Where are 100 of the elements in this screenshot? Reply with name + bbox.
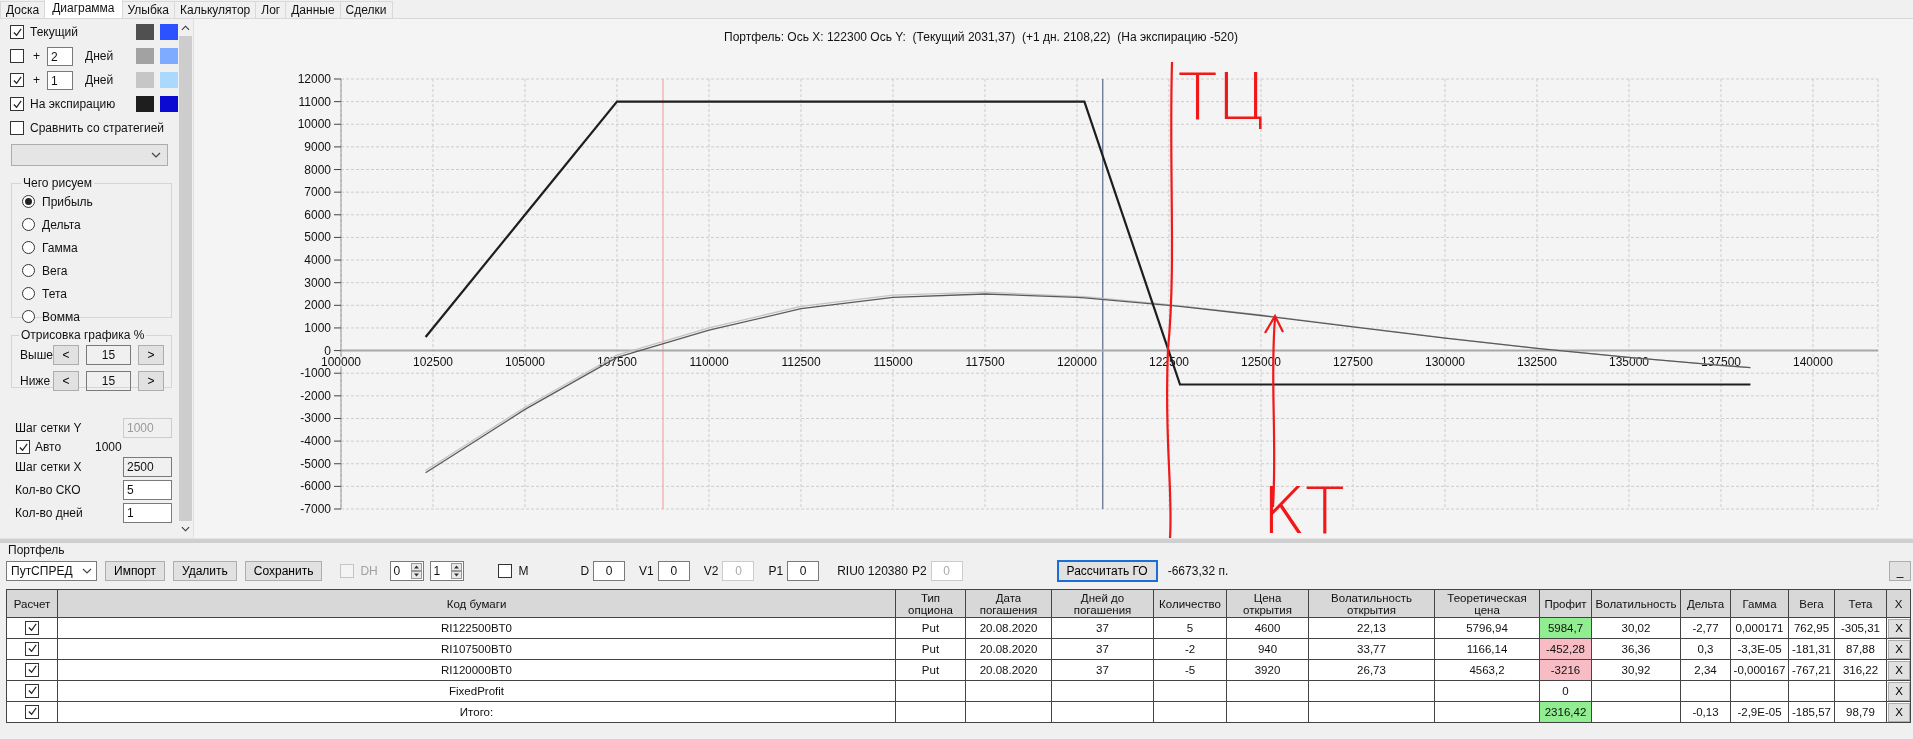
- color-swatch[interactable]: [160, 72, 178, 88]
- field-label: Кол-во дней: [15, 505, 83, 520]
- checkbox[interactable]: [10, 25, 24, 39]
- column-header[interactable]: Волатильность открытия: [1308, 589, 1435, 618]
- column-header[interactable]: Цена открытия: [1226, 589, 1309, 618]
- radio-button[interactable]: [22, 287, 35, 300]
- column-header[interactable]: Дельта: [1680, 589, 1731, 618]
- setting-field[interactable]: 2500: [123, 456, 172, 477]
- column-header[interactable]: Тета: [1834, 589, 1887, 618]
- number-spinner[interactable]: 0: [390, 561, 425, 581]
- value-field[interactable]: 0: [593, 561, 626, 581]
- tick-label: 5000: [304, 230, 331, 245]
- checkbox[interactable]: [10, 73, 24, 87]
- checkbox[interactable]: [25, 683, 39, 698]
- checkbox[interactable]: [25, 704, 39, 719]
- radio-label: Гамма: [42, 240, 78, 255]
- spin-arrows-icon[interactable]: [411, 563, 423, 579]
- radio-button[interactable]: [22, 264, 35, 277]
- color-swatch[interactable]: [160, 48, 178, 64]
- radio-button[interactable]: [22, 241, 35, 254]
- tick-label: -7000: [300, 502, 331, 516]
- checkbox[interactable]: [10, 97, 24, 111]
- table-cell: 87,88: [1834, 638, 1887, 660]
- scroll-down-icon[interactable]: [180, 526, 190, 532]
- table-cell: 316,22: [1834, 659, 1887, 681]
- increase-button[interactable]: >: [138, 345, 164, 365]
- strategy-dropdown[interactable]: ПутСПРЕД: [6, 561, 97, 581]
- column-header[interactable]: Теоретическая цена: [1434, 589, 1540, 618]
- days-field[interactable]: 2: [47, 46, 73, 66]
- radio-button[interactable]: [22, 195, 35, 208]
- column-header[interactable]: X: [1886, 589, 1911, 618]
- tab[interactable]: Доска: [0, 1, 46, 18]
- toolbar-button[interactable]: Удалить: [172, 561, 237, 581]
- column-header[interactable]: Вега: [1788, 589, 1835, 618]
- tick-label: -1000: [300, 366, 331, 381]
- checkbox[interactable]: [10, 49, 24, 63]
- tick-label: 115000: [873, 354, 913, 369]
- column-header[interactable]: Дней до погашения: [1051, 589, 1154, 618]
- scroll-up-icon[interactable]: [180, 25, 190, 31]
- column-header[interactable]: Код бумаги: [57, 589, 896, 618]
- tab[interactable]: Данные: [285, 1, 341, 18]
- setting-field[interactable]: 1: [123, 502, 172, 523]
- field-label: P2: [911, 564, 927, 578]
- column-header[interactable]: Профит: [1539, 589, 1592, 618]
- checkbox[interactable]: [25, 641, 39, 656]
- remove-button[interactable]: X: [1888, 639, 1910, 659]
- field-label: V2: [703, 564, 719, 578]
- remove-button[interactable]: X: [1888, 681, 1910, 701]
- tick-label: 110000: [689, 354, 729, 369]
- remove-button[interactable]: X: [1888, 702, 1910, 722]
- remove-button[interactable]: X: [1888, 618, 1910, 638]
- radio-label: Прибыль: [42, 194, 93, 209]
- radio-button[interactable]: [22, 218, 35, 231]
- checkbox[interactable]: [498, 564, 513, 578]
- table-cell: -185,57: [1788, 701, 1835, 723]
- table-cell: -3,3E-05: [1730, 638, 1789, 660]
- color-swatch[interactable]: [160, 96, 178, 112]
- checkbox[interactable]: [10, 121, 24, 135]
- table-cell: 30,92: [1591, 659, 1681, 681]
- table-cell: 1166,14: [1434, 638, 1540, 660]
- tab[interactable]: Сделки: [339, 1, 393, 18]
- calculate-button[interactable]: Рассчитать ГО: [1056, 560, 1158, 582]
- color-swatch[interactable]: [136, 24, 154, 40]
- decrease-button[interactable]: <: [53, 345, 79, 365]
- minimize-button[interactable]: _: [1889, 561, 1911, 581]
- percent-field[interactable]: 15: [86, 371, 131, 391]
- spin-arrows-icon[interactable]: [451, 563, 463, 579]
- tab[interactable]: Калькулятор: [174, 1, 257, 18]
- column-header[interactable]: Дата погашения: [965, 589, 1052, 618]
- table-cell: 5796,94: [1434, 617, 1540, 639]
- tick-label: 11000: [298, 94, 331, 109]
- table-cell: Put: [895, 659, 966, 681]
- tab[interactable]: Диаграмма: [44, 0, 123, 18]
- radio-label: Вега: [42, 263, 68, 278]
- number-spinner[interactable]: 1: [430, 561, 465, 581]
- toolbar-button[interactable]: Импорт: [105, 561, 165, 581]
- checkbox[interactable]: [25, 620, 39, 635]
- setting-field[interactable]: 5: [123, 479, 172, 500]
- decrease-button[interactable]: <: [53, 371, 79, 391]
- column-header[interactable]: Расчет: [6, 589, 58, 618]
- column-header[interactable]: Гамма: [1730, 589, 1789, 618]
- tick-label: 4000: [304, 253, 331, 268]
- remove-button[interactable]: X: [1888, 660, 1910, 680]
- color-swatch[interactable]: [136, 96, 154, 112]
- days-field[interactable]: 1: [47, 70, 73, 90]
- column-header[interactable]: Волатильность: [1591, 589, 1681, 618]
- value-field[interactable]: 0: [657, 561, 690, 581]
- color-swatch[interactable]: [160, 24, 178, 40]
- column-header[interactable]: Тип опциона: [895, 589, 966, 618]
- value-field[interactable]: 0: [787, 561, 820, 581]
- increase-button[interactable]: >: [138, 371, 164, 391]
- color-swatch[interactable]: [136, 48, 154, 64]
- checkbox[interactable]: [25, 662, 39, 677]
- checkbox[interactable]: [16, 440, 30, 454]
- table-cell: 4563,2: [1434, 659, 1540, 681]
- color-swatch[interactable]: [136, 72, 154, 88]
- toolbar-button[interactable]: Сохранить: [244, 561, 323, 581]
- column-header[interactable]: Количество: [1153, 589, 1227, 618]
- percent-field[interactable]: 15: [86, 345, 131, 365]
- radio-button[interactable]: [22, 310, 35, 323]
